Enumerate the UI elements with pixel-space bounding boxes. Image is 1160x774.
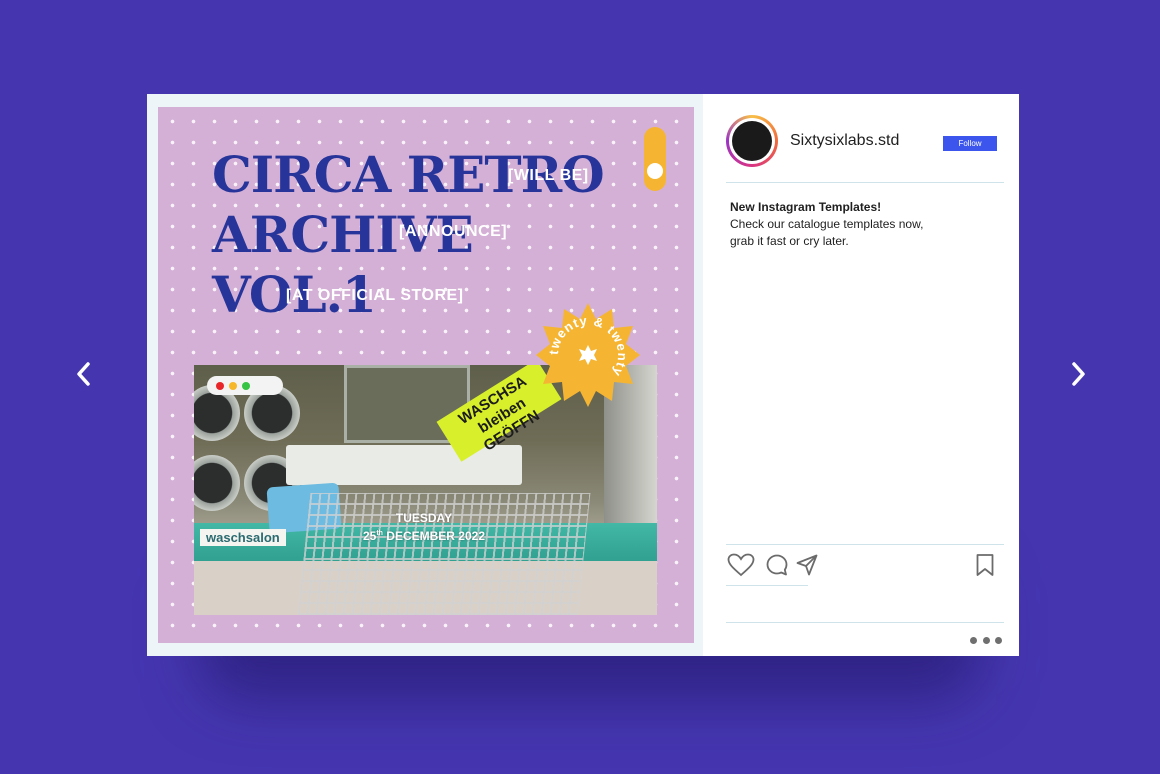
pill-decoration [644, 127, 666, 191]
browser-dot-yellow [229, 381, 237, 390]
heart-icon [727, 553, 755, 577]
prev-button[interactable] [68, 358, 100, 390]
footer-divider [726, 622, 1004, 623]
browser-dot-red [216, 381, 224, 390]
tag-official-store: [AT OFFICIAL STORE] [286, 287, 464, 304]
profile-avatar[interactable] [726, 115, 778, 167]
profile-username[interactable]: Sixtysixlabs.std [790, 132, 899, 150]
tag-announce: [ANNOUNCE] [399, 223, 508, 240]
instagram-post-card: CIRCA RETRO ARCHIVE VOL.1 [WILL BE] [ANN… [147, 94, 1019, 656]
event-date-suffix: th [376, 530, 383, 537]
like-button[interactable] [726, 552, 756, 578]
send-icon [796, 554, 818, 576]
slide-stage: CIRCA RETRO ARCHIVE VOL.1 [WILL BE] [ANN… [0, 0, 1160, 774]
bookmark-icon [976, 554, 994, 576]
event-day: TUESDAY [395, 511, 453, 525]
caption-line-2: grab it fast or cry later. [730, 234, 849, 248]
post-sidebar: Sixtysixlabs.std Follow New Instagram Te… [726, 94, 1019, 656]
next-button[interactable] [1062, 358, 1094, 390]
tag-will-be: [WILL BE] [508, 167, 589, 184]
actions-underline [726, 585, 808, 586]
actions-divider-top [726, 544, 1004, 545]
comment-button[interactable] [762, 552, 792, 578]
follow-button[interactable]: Follow [943, 136, 997, 151]
comment-icon [766, 554, 788, 576]
more-options-button[interactable] [970, 634, 1002, 646]
post-caption: New Instagram Templates! Check our catal… [730, 199, 1000, 250]
avatar-ring-inner [729, 118, 775, 164]
event-date: TUESDAY 25th DECEMBER 2022 [354, 510, 494, 544]
chevron-left-icon [77, 362, 90, 386]
pill-dot [647, 163, 663, 179]
sun-badge: twenty & twenty [536, 303, 640, 407]
washing-machine [194, 455, 240, 511]
post-image-panel: CIRCA RETRO ARCHIVE VOL.1 [WILL BE] [ANN… [147, 94, 703, 656]
more-dots-icon [995, 636, 1002, 644]
more-dots-icon [970, 636, 977, 644]
browser-dot-green [242, 381, 250, 390]
chevron-right-icon [1072, 362, 1085, 386]
browser-window-bar [207, 376, 283, 395]
post-image[interactable]: CIRCA RETRO ARCHIVE VOL.1 [WILL BE] [ANN… [158, 107, 694, 643]
share-button[interactable] [792, 552, 822, 578]
event-date-month-year: DECEMBER 2022 [386, 529, 485, 543]
more-dots-icon [982, 636, 990, 644]
waschsalon-label: waschsalon [200, 529, 286, 546]
event-date-number: 25 [362, 529, 377, 543]
caption-title: New Instagram Templates! [730, 200, 882, 214]
header-divider [726, 182, 1004, 183]
caption-line-1: Check our catalogue templates now, [730, 217, 924, 231]
event-date-line: 25th DECEMBER 2022 [354, 526, 494, 544]
save-button[interactable] [970, 552, 1000, 578]
avatar-image [732, 121, 772, 161]
